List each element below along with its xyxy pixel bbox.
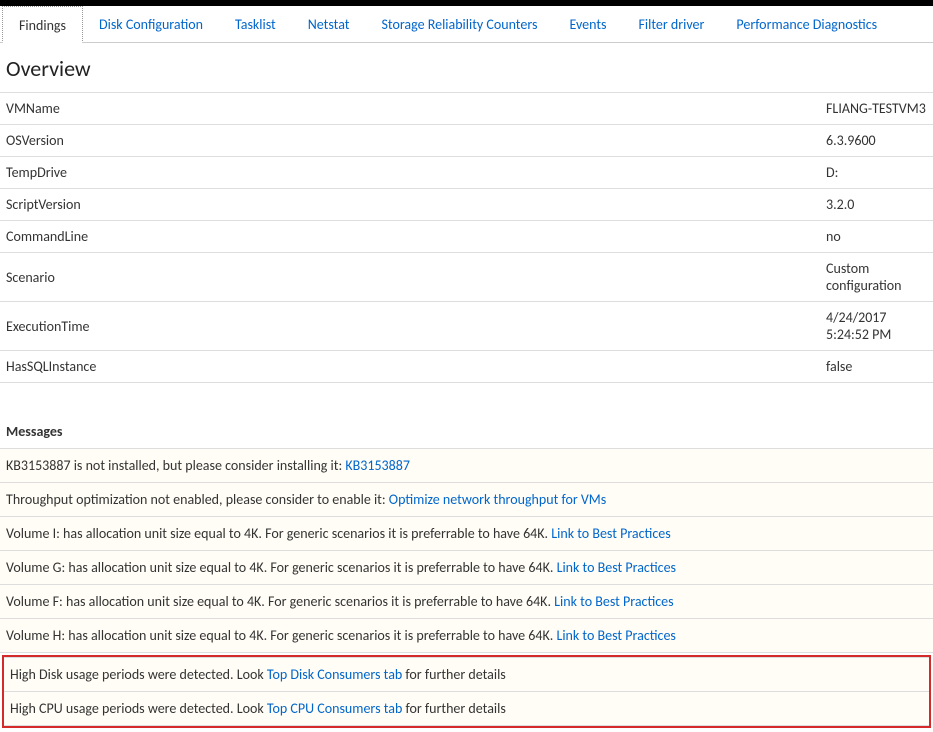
message-cell: Volume G: has allocation unit size equal… <box>0 551 933 585</box>
overview-value: FLIANG-TESTVM3 <box>820 93 933 125</box>
overview-key: Scenario <box>0 253 820 302</box>
message-cell: Volume H: has allocation unit size equal… <box>0 619 933 653</box>
message-cell: High CPU usage periods were detected. Lo… <box>4 692 929 726</box>
tab-events[interactable]: Events <box>553 6 622 42</box>
overview-key: CommandLine <box>0 221 820 253</box>
table-row: ExecutionTime4/24/2017 5:24:52 PM <box>0 302 933 351</box>
overview-value: false <box>820 351 933 383</box>
tab-netstat[interactable]: Netstat <box>292 6 366 42</box>
message-link[interactable]: Top Disk Consumers tab <box>267 666 402 683</box>
message-row: High CPU usage periods were detected. Lo… <box>4 692 929 726</box>
overview-key: HasSQLInstance <box>0 351 820 383</box>
tab-bar: FindingsDisk ConfigurationTasklistNetsta… <box>0 6 933 43</box>
message-row: KB3153887 is not installed, but please c… <box>0 449 933 483</box>
table-row: HasSQLInstancefalse <box>0 351 933 383</box>
overview-key: TempDrive <box>0 157 820 189</box>
message-row: Volume G: has allocation unit size equal… <box>0 551 933 585</box>
overview-value: Custom configuration <box>820 253 933 302</box>
message-link[interactable]: Link to Best Practices <box>554 593 673 610</box>
overview-key: ScriptVersion <box>0 189 820 221</box>
table-row: ScriptVersion3.2.0 <box>0 189 933 221</box>
tab-storage-reliability-counters[interactable]: Storage Reliability Counters <box>365 6 553 42</box>
message-text: Volume H: has allocation unit size equal… <box>6 627 556 644</box>
overview-value: 3.2.0 <box>820 189 933 221</box>
messages-heading: Messages <box>0 383 933 448</box>
message-row: Volume I: has allocation unit size equal… <box>0 517 933 551</box>
overview-value: 4/24/2017 5:24:52 PM <box>820 302 933 351</box>
overview-key: OSVersion <box>0 125 820 157</box>
table-row: OSVersion6.3.9600 <box>0 125 933 157</box>
message-link[interactable]: Link to Best Practices <box>557 559 676 576</box>
message-row: Volume H: has allocation unit size equal… <box>0 619 933 653</box>
message-text: Volume G: has allocation unit size equal… <box>6 559 557 576</box>
message-cell: Volume F: has allocation unit size equal… <box>0 585 933 619</box>
message-link[interactable]: Link to Best Practices <box>556 627 675 644</box>
overview-value: no <box>820 221 933 253</box>
message-link[interactable]: KB3153887 <box>345 457 410 474</box>
message-link[interactable]: Link to Best Practices <box>551 525 670 542</box>
overview-key: ExecutionTime <box>0 302 820 351</box>
tab-disk-configuration[interactable]: Disk Configuration <box>83 6 219 42</box>
message-link[interactable]: Top CPU Consumers tab <box>267 700 402 717</box>
table-row: TempDriveD: <box>0 157 933 189</box>
overview-value: 6.3.9600 <box>820 125 933 157</box>
message-link[interactable]: Optimize network throughput for VMs <box>389 491 606 508</box>
message-text: for further details <box>402 666 506 683</box>
table-row: ScenarioCustom configuration <box>0 253 933 302</box>
message-text: Volume I: has allocation unit size equal… <box>6 525 551 542</box>
tab-findings[interactable]: Findings <box>2 6 83 43</box>
message-text: High CPU usage periods were detected. Lo… <box>10 700 267 717</box>
message-cell: Throughput optimization not enabled, ple… <box>0 483 933 517</box>
table-row: CommandLineno <box>0 221 933 253</box>
message-text: Volume F: has allocation unit size equal… <box>6 593 554 610</box>
message-text: Throughput optimization not enabled, ple… <box>6 491 389 508</box>
tab-filter-driver[interactable]: Filter driver <box>623 6 721 42</box>
overview-key: VMName <box>0 93 820 125</box>
tab-performance-diagnostics[interactable]: Performance Diagnostics <box>720 6 893 42</box>
overview-value: D: <box>820 157 933 189</box>
message-text: for further details <box>402 700 506 717</box>
table-row: VMNameFLIANG-TESTVM3 <box>0 93 933 125</box>
tab-tasklist[interactable]: Tasklist <box>219 6 292 42</box>
message-row: Throughput optimization not enabled, ple… <box>0 483 933 517</box>
message-row: High Disk usage periods were detected. L… <box>4 658 929 692</box>
message-row: Volume F: has allocation unit size equal… <box>0 585 933 619</box>
message-cell: KB3153887 is not installed, but please c… <box>0 449 933 483</box>
message-text: KB3153887 is not installed, but please c… <box>6 457 345 474</box>
highlighted-messages-box: High Disk usage periods were detected. L… <box>2 655 931 728</box>
overview-heading: Overview <box>0 43 933 92</box>
highlighted-messages-table: High Disk usage periods were detected. L… <box>4 657 929 726</box>
overview-table: VMNameFLIANG-TESTVM3OSVersion6.3.9600Tem… <box>0 92 933 383</box>
message-cell: High Disk usage periods were detected. L… <box>4 658 929 692</box>
message-cell: Volume I: has allocation unit size equal… <box>0 517 933 551</box>
messages-table: KB3153887 is not installed, but please c… <box>0 448 933 653</box>
message-text: High Disk usage periods were detected. L… <box>10 666 267 683</box>
